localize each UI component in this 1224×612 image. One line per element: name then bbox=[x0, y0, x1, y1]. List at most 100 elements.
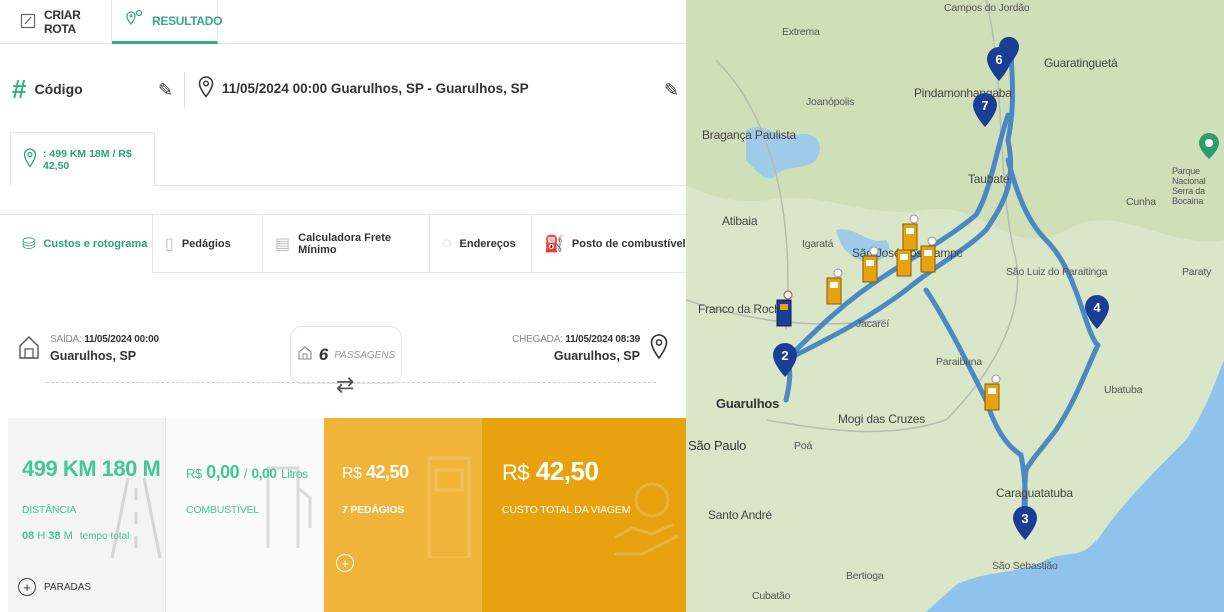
location-pin-icon bbox=[198, 76, 214, 101]
tab-create-route[interactable]: CRIAR ROTA bbox=[8, 0, 112, 44]
edit-icon bbox=[20, 13, 36, 32]
route-marker-end[interactable] bbox=[998, 36, 1024, 68]
tab-label: Endereços bbox=[459, 237, 516, 250]
total-time: 08 H 38 M tempo total bbox=[22, 530, 129, 542]
map-label: Atibaia bbox=[722, 214, 758, 228]
fuel-icon: ⛽ bbox=[544, 235, 564, 253]
section-tabs: ⛁ Custos e rotograma ▯ Pedágios ▤ Calcul… bbox=[0, 214, 686, 273]
toll-booth-icon[interactable] bbox=[900, 214, 920, 254]
tab-result-label: RESULTADO bbox=[152, 13, 223, 28]
route-code: # Código bbox=[12, 76, 83, 102]
map-label: Taubaté bbox=[968, 172, 1010, 186]
map-label: Cunha bbox=[1126, 196, 1156, 208]
tolls-amount: 42,50 bbox=[365, 462, 409, 482]
route-option-label: : 499 KM 18M / R$ 42,50 bbox=[43, 147, 132, 172]
tab-label: Calculadora Frete Mínimo bbox=[298, 231, 392, 256]
tab-tolls[interactable]: ▯ Pedágios bbox=[153, 215, 263, 273]
map-label: Bragança Paulista bbox=[702, 128, 796, 142]
map-label: São Luiz do Paraitinga bbox=[1006, 266, 1108, 278]
tab-label: Custos e rotograma bbox=[43, 238, 148, 250]
fuel-label: COMBUSTÍVEL bbox=[186, 504, 260, 516]
map-label: Guarulhos bbox=[716, 396, 780, 411]
location-pin-icon: ◌ bbox=[442, 234, 452, 252]
time-label: tempo total bbox=[79, 531, 130, 542]
total-cost-card: R$ 42,50 CUSTO TOTAL DA VIAGEM bbox=[482, 418, 686, 612]
hours: 08 bbox=[22, 530, 35, 542]
add-circle-icon: + bbox=[18, 578, 36, 596]
fuel-card: R$ 0,00 / 0,00 Litros COMBUSTÍVEL bbox=[166, 418, 324, 612]
marker-number: 4 bbox=[1093, 300, 1101, 315]
route-marker-4[interactable]: 4 bbox=[1084, 294, 1110, 329]
toll-booth-icon[interactable] bbox=[824, 268, 844, 308]
map-label: Campos do Jordão bbox=[944, 2, 1030, 14]
map-label: Poá bbox=[794, 440, 813, 452]
tab-fuel-station[interactable]: ⛽ Posto de combustível bbox=[532, 215, 686, 273]
stops-button[interactable]: + PARADAS bbox=[18, 578, 91, 596]
map-label: Mogi das Cruzes bbox=[838, 412, 926, 426]
fuel-liters-unit: Litros bbox=[281, 467, 308, 481]
minutes: 38 bbox=[48, 530, 61, 542]
fuel-amount: 0,00 bbox=[206, 462, 240, 482]
arrival-label-line: CHEGADA: 11/05/2024 08:39 bbox=[512, 334, 640, 345]
tab-result[interactable]: RESULTADO bbox=[112, 0, 222, 44]
tolls-count: 7 PEDÁGIOS bbox=[342, 504, 405, 516]
toll-icon: ▯ bbox=[165, 235, 174, 253]
map-label: Igaratá bbox=[802, 238, 834, 250]
money-hand-icon bbox=[613, 482, 679, 556]
toll-booth-icon[interactable] bbox=[860, 246, 880, 286]
route-summary: 11/05/2024 00:00 Guarulhos, SP - Guarulh… bbox=[198, 76, 529, 101]
marker-number: 2 bbox=[781, 348, 788, 363]
departure-label: SAÍDA: bbox=[50, 334, 82, 345]
arrival: CHEGADA: 11/05/2024 08:39 Guarulhos, SP bbox=[512, 334, 668, 365]
toll-booth-icon bbox=[427, 456, 471, 558]
route-map[interactable]: Campos do Jordão Extrema Joanópolis Guar… bbox=[686, 0, 1224, 612]
departure: SAÍDA: 11/05/2024 00:00 Guarulhos, SP bbox=[18, 334, 159, 363]
route-option-tab[interactable]: : 499 KM 18M / R$ 42,50 bbox=[10, 132, 155, 186]
tab-freight-calculator[interactable]: ▤ Calculadora Frete Mínimo bbox=[263, 215, 430, 273]
location-pin-icon bbox=[650, 334, 668, 365]
swap-route-icon[interactable]: ⇄ bbox=[336, 372, 354, 398]
arrival-label: CHEGADA: bbox=[512, 334, 563, 345]
location-pin-icon bbox=[23, 148, 37, 171]
start-marker-icon[interactable] bbox=[774, 290, 794, 330]
total-currency: R$ bbox=[502, 460, 530, 485]
arrival-time: 11/05/2024 08:39 bbox=[565, 334, 640, 345]
route-header: # Código ✎ 11/05/2024 00:00 Guarulhos, S… bbox=[0, 62, 686, 118]
departure-place: Guarulhos, SP bbox=[50, 349, 137, 363]
total-value: R$ 42,50 bbox=[502, 456, 599, 487]
map-label: Parque Nacional Serra da Bocaina bbox=[1172, 166, 1206, 206]
hours-unit: H bbox=[37, 530, 46, 542]
tab-label: Pedágios bbox=[181, 237, 231, 250]
route-marker-7[interactable]: 7 bbox=[972, 92, 998, 127]
distance-label: DISTÂNCIA bbox=[22, 504, 77, 516]
map-label: Ubatuba bbox=[1104, 384, 1143, 396]
edit-route-pencil-icon[interactable]: ✎ bbox=[664, 80, 679, 101]
departure-time: 11/05/2024 00:00 bbox=[84, 334, 159, 345]
tab-label: Posto de combustível bbox=[571, 237, 686, 250]
toll-booth-icon[interactable] bbox=[918, 236, 938, 276]
total-amount: 42,50 bbox=[535, 456, 599, 486]
route-marker-2[interactable]: 2 bbox=[772, 342, 798, 377]
route-marker-3[interactable]: 3 bbox=[1012, 505, 1038, 540]
route-panel: CRIAR ROTA RESULTADO # Código ✎ 11/05/20… bbox=[0, 0, 686, 612]
code-label: Código bbox=[34, 81, 83, 97]
passes-count: 6 bbox=[318, 345, 329, 364]
edit-code-pencil-icon[interactable]: ✎ bbox=[158, 80, 173, 101]
map-label: Guaratinguetá bbox=[1044, 56, 1118, 70]
map-label: Paraty bbox=[1182, 266, 1212, 278]
add-circle-icon[interactable]: + bbox=[336, 554, 354, 572]
divider bbox=[184, 72, 185, 108]
total-label: CUSTO TOTAL DA VIAGEM bbox=[502, 504, 631, 516]
fuel-value: R$ 0,00 / 0,00 Litros bbox=[186, 462, 308, 483]
map-label: Caraguatatuba bbox=[996, 486, 1073, 500]
divider bbox=[155, 185, 686, 186]
tab-addresses[interactable]: ◌ Endereços bbox=[430, 215, 532, 273]
toll-booth-icon[interactable] bbox=[982, 374, 1002, 414]
map-label: São Sebastião bbox=[992, 560, 1058, 572]
map-label: Cubatão bbox=[752, 590, 791, 602]
distance-card: 499 KM 180 M DISTÂNCIA 08 H 38 M tempo t… bbox=[8, 418, 166, 612]
route-summary-text: 11/05/2024 00:00 Guarulhos, SP - Guarulh… bbox=[222, 81, 529, 96]
tab-costs-route[interactable]: ⛁ Custos e rotograma bbox=[10, 215, 153, 273]
route-money-icon: ⛁ bbox=[22, 236, 36, 253]
tolls-value: R$ 42,50 bbox=[342, 462, 409, 483]
